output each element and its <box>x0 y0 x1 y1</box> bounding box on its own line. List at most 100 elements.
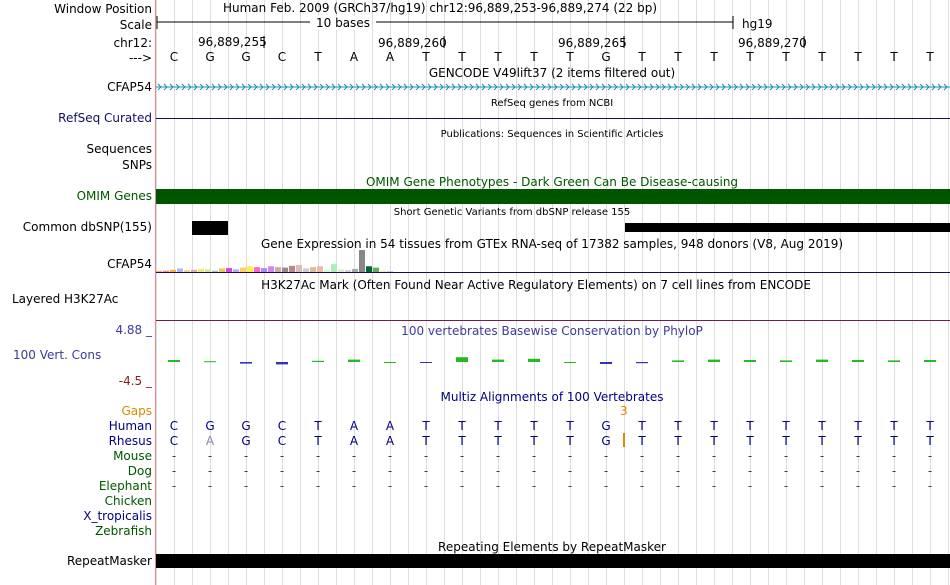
phylop-score-bar <box>348 359 360 362</box>
gtex-gene-label[interactable]: CFAP54 <box>107 257 152 271</box>
omim-genes-label[interactable]: OMIM Genes <box>77 189 152 203</box>
alignment-gap-dash: - <box>747 449 753 463</box>
alignment-gap-dash: - <box>243 464 249 478</box>
conservation-label[interactable]: 100 Vert. Cons <box>13 348 101 362</box>
alignment-gap-dash: - <box>495 464 501 478</box>
dbsnp-variant-1[interactable] <box>192 221 228 235</box>
base-13: T <box>638 50 646 64</box>
base-10: T <box>530 50 538 64</box>
sequences-label[interactable]: Sequences <box>87 142 152 156</box>
human-base-17: T <box>782 419 790 433</box>
alignment-gap-dash: - <box>747 464 753 478</box>
species-label-rhesus[interactable]: Rhesus <box>109 434 152 448</box>
layered-h3k27ac-label[interactable]: Layered H3K27Ac <box>12 292 118 306</box>
repeatmasker-element[interactable] <box>156 554 950 568</box>
base-15: T <box>710 50 718 64</box>
snps-label[interactable]: SNPs <box>122 158 152 172</box>
human-base-18: T <box>818 419 826 433</box>
omim-track-title: OMIM Gene Phenotypes - Dark Green Can Be… <box>365 175 739 189</box>
base-3: C <box>277 50 287 64</box>
genome-track-area[interactable]: Human Feb. 2009 (GRCh37/hg19) chr12:96,8… <box>156 0 950 585</box>
human-base-7: T <box>422 419 430 433</box>
phylop-score-bar <box>420 362 432 363</box>
alignment-gap-dash: - <box>315 479 321 493</box>
rhesus-base-5: A <box>349 434 359 448</box>
phylop-score-bar <box>924 360 936 362</box>
phylop-score-bar <box>492 359 504 362</box>
phylop-score-bar <box>528 358 540 362</box>
alignment-gap-dash: - <box>855 479 861 493</box>
rhesus-base-0: C <box>169 434 179 448</box>
alignment-gap-dash: - <box>351 464 357 478</box>
rhesus-base-19: T <box>854 434 862 448</box>
alignment-gap-dash: - <box>243 449 249 463</box>
alignment-gap-dash: - <box>603 479 609 493</box>
alignment-gap-dash: - <box>531 464 537 478</box>
phylop-score-bar <box>204 361 216 363</box>
alignment-gap-dash: - <box>279 464 285 478</box>
species-label-chicken[interactable]: Chicken <box>105 494 152 508</box>
omim-gene-feature[interactable] <box>156 189 950 204</box>
gtex-tissue-bar <box>296 264 302 272</box>
rhesus-base-20: T <box>890 434 898 448</box>
dbsnp-variant-2[interactable] <box>625 223 950 232</box>
human-base-21: T <box>926 419 934 433</box>
repeatmasker-label[interactable]: RepeatMasker <box>67 554 152 568</box>
alignment-gap-dash: - <box>639 449 645 463</box>
species-label-elephant[interactable]: Elephant <box>99 479 152 493</box>
human-base-12: G <box>601 419 611 433</box>
phylop-score-bar <box>564 362 576 363</box>
alignment-gap-dash: - <box>675 449 681 463</box>
alignment-gap-dash: - <box>351 479 357 493</box>
species-label-zebrafish[interactable]: Zebrafish <box>95 524 152 538</box>
alignment-gap-dash: - <box>639 479 645 493</box>
h3k27ac-signal <box>156 320 950 321</box>
rhesus-base-8: T <box>458 434 466 448</box>
alignment-gap-dash: - <box>891 449 897 463</box>
alignment-gap-dash: - <box>855 464 861 478</box>
refseq-curated-label[interactable]: RefSeq Curated <box>58 111 152 125</box>
species-label-human[interactable]: Human <box>109 419 152 433</box>
gtex-baseline <box>156 272 950 273</box>
alignment-gap-dash: - <box>675 479 681 493</box>
human-base-9: T <box>494 419 502 433</box>
base-2: G <box>241 50 251 64</box>
alignment-gap-dash: - <box>891 479 897 493</box>
rhesus-base-7: T <box>422 434 430 448</box>
phylop-score-bar <box>780 360 792 362</box>
position-tick-4: 96,889,270 <box>738 36 807 50</box>
position-tick-3: 96,889,265 <box>558 36 627 50</box>
alignment-gap-dash: - <box>567 464 573 478</box>
scale-label: Scale <box>119 18 152 32</box>
alignment-gap-dash: - <box>171 464 177 478</box>
alignment-gap-dash: - <box>279 479 285 493</box>
refseq-gene-line[interactable] <box>156 118 950 119</box>
phylop-score-bar <box>744 360 756 362</box>
phylop-score-bar <box>852 360 864 362</box>
phylop-score-bar <box>816 359 828 362</box>
phylop-conservation-plot[interactable] <box>156 342 950 382</box>
phylop-track-title: 100 vertebrates Basewise Conservation by… <box>401 324 703 338</box>
base-21: T <box>926 50 934 64</box>
base-18: T <box>818 50 826 64</box>
species-label-x_tropicalis[interactable]: X_tropicalis <box>83 509 152 523</box>
human-base-19: T <box>854 419 862 433</box>
alignment-gap-dash: - <box>819 449 825 463</box>
alignment-gap-dash: - <box>459 479 465 493</box>
gaps-label: Gaps <box>121 404 152 418</box>
common-dbsnp-label[interactable]: Common dbSNP(155) <box>23 220 152 234</box>
position-tick-1: 96,889,255 <box>198 35 267 49</box>
species-label-dog[interactable]: Dog <box>128 464 152 478</box>
alignment-gap-dash: - <box>891 464 897 478</box>
human-base-5: A <box>349 419 359 433</box>
cfap54-gene-label[interactable]: CFAP54 <box>107 80 152 94</box>
base-17: T <box>782 50 790 64</box>
scale-db-text: hg19 <box>742 17 773 31</box>
base-19: T <box>854 50 862 64</box>
base-16: T <box>746 50 754 64</box>
alignment-gap-dash: - <box>819 479 825 493</box>
species-label-mouse[interactable]: Mouse <box>113 449 152 463</box>
phylop-score-bar <box>600 362 612 364</box>
human-base-1: G <box>205 419 215 433</box>
alignment-gap-dash: - <box>675 464 681 478</box>
